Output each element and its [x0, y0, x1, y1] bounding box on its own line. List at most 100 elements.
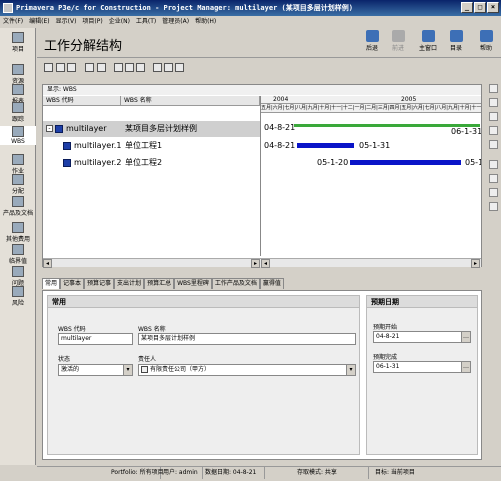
documents-icon: [12, 196, 24, 207]
risks-icon: [12, 286, 24, 297]
menu-help[interactable]: 帮助(H): [195, 16, 216, 28]
nav-tracking[interactable]: 跟踪: [0, 102, 36, 123]
calendar-button-icon[interactable]: …: [461, 332, 470, 342]
tab-earned-value[interactable]: 赢得值: [259, 278, 284, 289]
add-wbs-icon[interactable]: [44, 63, 53, 72]
wbs-code: multilayer.1: [74, 141, 121, 150]
cut-icon[interactable]: [489, 112, 498, 121]
assignments-icon: [12, 174, 24, 185]
menu-edit[interactable]: 编辑(E): [29, 16, 49, 28]
wbs-code: multilayer.2: [74, 158, 121, 167]
wbs-name-field[interactable]: 某项目多层计划样例: [138, 333, 356, 345]
nav-projects[interactable]: 项目: [0, 32, 36, 53]
nav-risks[interactable]: 风险: [0, 286, 36, 307]
nav-expenses[interactable]: 其他费用: [0, 222, 36, 243]
delete-icon[interactable]: [489, 98, 498, 107]
responsible-select[interactable]: 有限责任公司（甲方） ▾: [138, 364, 356, 376]
gantt-bar[interactable]: [297, 143, 354, 148]
nav-activities[interactable]: 作业: [0, 154, 36, 175]
wbs-code-field[interactable]: multilayer: [58, 333, 133, 345]
page-setup-icon[interactable]: [136, 63, 145, 72]
paste-icon[interactable]: [489, 140, 498, 149]
filter-icon[interactable]: [67, 63, 76, 72]
outdent-icon[interactable]: [489, 202, 498, 211]
scroll-left-button[interactable]: ◂: [43, 259, 52, 268]
detail-tabs: 常用 记事本 预算记事 支出计划 预算汇总 WBS里程碑 工作产品及文档 赢得值: [42, 278, 482, 290]
nav-thresholds[interactable]: 临界值: [0, 244, 36, 265]
column-header-name[interactable]: WBS 名称: [121, 96, 260, 106]
status-user: 用户: admin: [161, 467, 203, 479]
nav-wbs[interactable]: WBS: [0, 126, 36, 145]
forward-button[interactable]: 前进: [385, 30, 411, 52]
zoom-out-icon[interactable]: [164, 63, 173, 72]
home-button[interactable]: 主窗口: [415, 30, 441, 52]
directory-button[interactable]: 目录: [443, 30, 469, 52]
print-preview-icon[interactable]: [125, 63, 134, 72]
maximize-button[interactable]: □: [474, 2, 486, 13]
help-button[interactable]: 帮助: [473, 30, 499, 52]
tab-general[interactable]: 常用: [42, 278, 61, 289]
status-select[interactable]: 激活的 ▾: [58, 364, 133, 376]
nav-resources[interactable]: 资源: [0, 64, 36, 85]
zoom-in-icon[interactable]: [153, 63, 162, 72]
thresholds-icon: [12, 244, 24, 255]
forward-icon: [391, 30, 405, 42]
indent-icon[interactable]: [489, 188, 498, 197]
tab-spending-plan[interactable]: 支出计划: [114, 278, 145, 289]
minimize-button[interactable]: _: [461, 2, 473, 13]
anticipated-finish-field[interactable]: 06-1-31…: [373, 361, 471, 373]
tab-work-products[interactable]: 工作产品及文档: [211, 278, 260, 289]
tab-budget-summary[interactable]: 预算汇总: [144, 278, 175, 289]
table-row[interactable]: multilayer.2 单位工程2: [43, 155, 260, 171]
print-icon[interactable]: [114, 63, 123, 72]
table-row[interactable]: multilayer.1 单位工程1: [43, 138, 260, 154]
menu-tools[interactable]: 工具(T): [136, 16, 156, 28]
left-navigation: 项目 资源 报表 跟踪 WBS 作业 分配 产品及文档 其他费用 临界值 问题 …: [0, 28, 36, 465]
tracking-icon: [12, 102, 24, 113]
status-label: 状态: [58, 356, 71, 363]
menu-admin[interactable]: 管理员(A): [162, 16, 189, 28]
wbs-name: 单位工程2: [125, 158, 163, 167]
anticipated-start-field[interactable]: 04-8-21…: [373, 331, 471, 343]
find-icon[interactable]: [175, 63, 184, 72]
menu-project[interactable]: 项目(P): [82, 16, 102, 28]
wbs-icon: [12, 126, 24, 137]
table-row[interactable]: - multilayer 某项目多层计划样例: [43, 121, 260, 137]
menu-bar: 文件(F) 编辑(E) 显示(V) 项目(P) 企业(N) 工具(T) 管理员(…: [0, 16, 501, 28]
collapse-icon[interactable]: -: [46, 125, 53, 132]
nav-work-products[interactable]: 产品及文档: [0, 196, 36, 217]
add-icon[interactable]: [489, 84, 498, 93]
menu-enterprise[interactable]: 企业(N): [109, 16, 130, 28]
gantt-month-row: 五月|六月|七月|八月|九月|十月|十一|十二|一月|二月|三月|四月|五月|六…: [261, 104, 481, 113]
layout-icon[interactable]: [56, 63, 65, 72]
issues-icon: [12, 266, 24, 277]
columns-icon[interactable]: [97, 63, 106, 72]
scroll-left-button[interactable]: ◂: [261, 259, 270, 268]
column-header-code[interactable]: WBS 代码: [43, 96, 121, 106]
window-controls: _ □ ×: [461, 2, 499, 13]
close-button[interactable]: ×: [487, 2, 499, 13]
nav-issues[interactable]: 问题: [0, 266, 36, 287]
back-button[interactable]: 后退: [359, 30, 385, 52]
gantt-bar[interactable]: [350, 160, 461, 165]
chevron-down-icon[interactable]: ▾: [346, 365, 355, 375]
nav-assignments[interactable]: 分配: [0, 174, 36, 195]
scroll-right-button[interactable]: ▸: [471, 259, 480, 268]
menu-view[interactable]: 显示(V): [56, 16, 77, 28]
org-icon: [141, 366, 148, 373]
reports-icon: [12, 84, 24, 95]
wbs-node-icon: [63, 142, 71, 150]
activities-icon: [12, 154, 24, 165]
chevron-down-icon[interactable]: ▾: [123, 365, 132, 375]
tab-budget-log[interactable]: 预算记事: [84, 278, 115, 289]
scroll-right-button[interactable]: ▸: [251, 259, 260, 268]
group-icon[interactable]: [85, 63, 94, 72]
tab-wbs-milestones[interactable]: WBS里程碑: [174, 278, 212, 289]
calendar-button-icon[interactable]: …: [461, 362, 470, 372]
move-up-icon[interactable]: [489, 160, 498, 169]
horizontal-scrollbar[interactable]: ◂ ▸ ◂ ▸: [43, 258, 481, 268]
tab-notebook[interactable]: 记事本: [60, 278, 85, 289]
move-down-icon[interactable]: [489, 174, 498, 183]
menu-file[interactable]: 文件(F): [3, 16, 23, 28]
copy-icon[interactable]: [489, 126, 498, 135]
